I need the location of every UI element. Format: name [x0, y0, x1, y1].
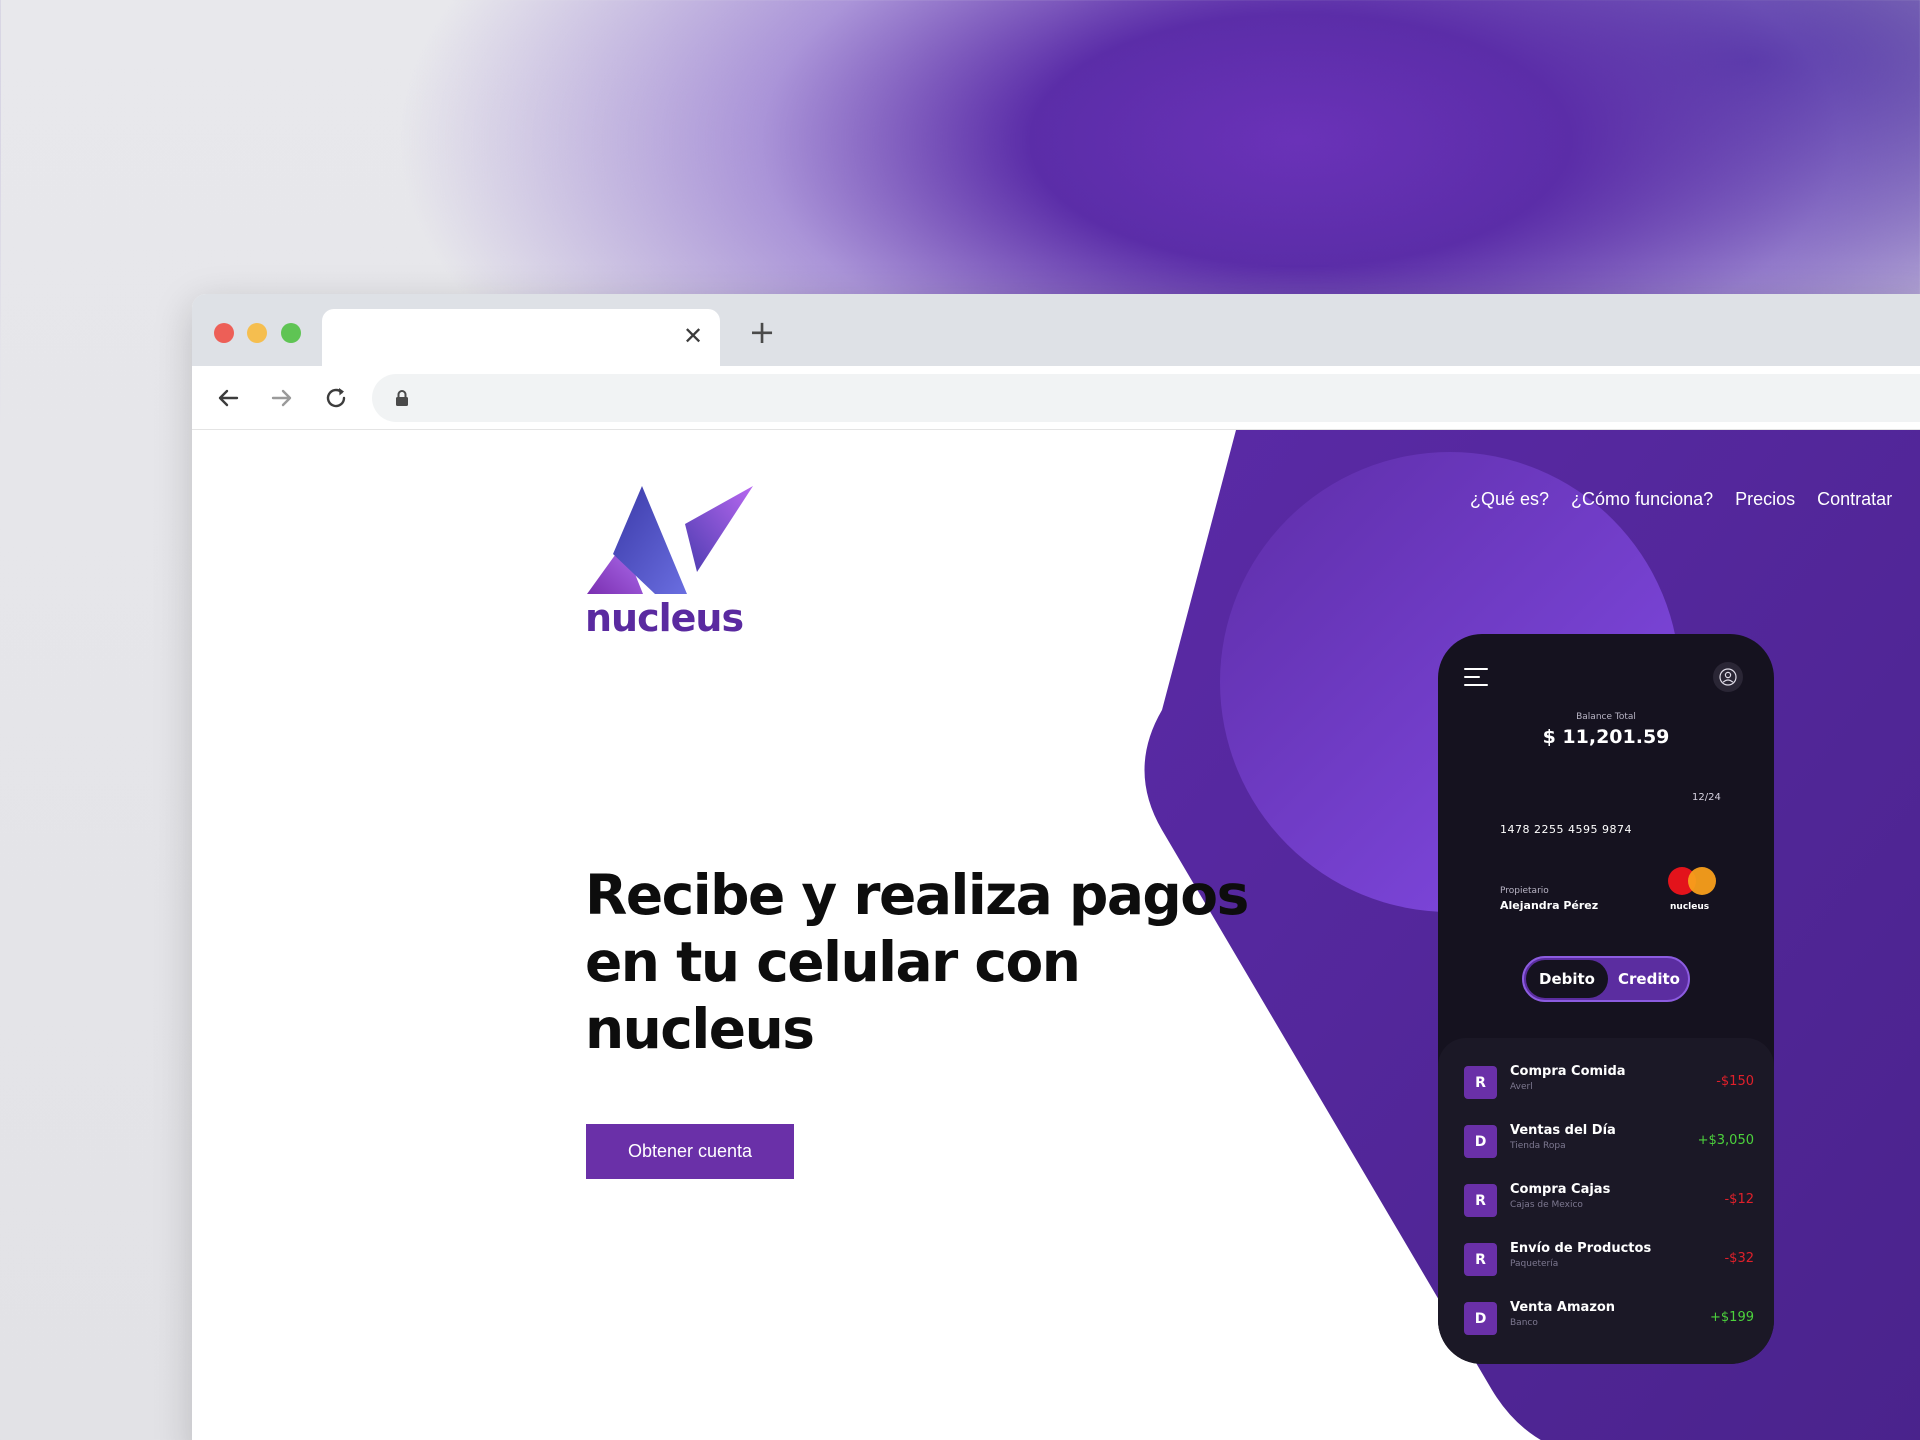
new-tab-button[interactable]: +	[744, 314, 780, 350]
transaction-row: R Compra Cajas Cajas de Mexico -$12	[1464, 1180, 1754, 1220]
transaction-badge: R	[1464, 1066, 1497, 1099]
transaction-title: Envío de Productos	[1510, 1241, 1652, 1256]
transaction-title: Venta Amazon	[1510, 1300, 1616, 1315]
nav-link-como-funciona[interactable]: ¿Cómo funciona?	[1571, 489, 1713, 510]
hamburger-menu-icon	[1464, 668, 1488, 688]
transaction-row: D Venta Amazon Banco +$199	[1464, 1298, 1754, 1338]
transaction-badge: R	[1464, 1184, 1497, 1217]
transaction-subtitle: Averl	[1510, 1082, 1533, 1092]
transaction-badge: R	[1464, 1243, 1497, 1276]
transaction-subtitle: Tienda Ropa	[1510, 1141, 1566, 1151]
toggle-debito[interactable]: Debito	[1526, 960, 1608, 998]
transaction-amount: +$3,050	[1697, 1133, 1754, 1148]
phone-mockup: Balance Total $ 11,201.59 12/24 1478 225…	[1438, 634, 1774, 1364]
card-brand: nucleus	[1670, 902, 1710, 912]
hero-title-line: nucleus	[585, 997, 815, 1061]
get-account-button[interactable]: Obtener cuenta	[586, 1124, 794, 1179]
nav-link-que-es[interactable]: ¿Qué es?	[1470, 489, 1549, 510]
hero-title-line: Recibe y realiza pagos	[585, 863, 1249, 927]
logo-wordmark[interactable]: nucleus	[585, 596, 744, 640]
minimize-window-button[interactable]	[247, 323, 267, 343]
close-window-button[interactable]	[214, 323, 234, 343]
transaction-title: Compra Comida	[1510, 1064, 1626, 1079]
mastercard-logo-icon	[1668, 867, 1718, 897]
toggle-credito[interactable]: Credito	[1610, 960, 1688, 998]
nav-link-contratar[interactable]: Contratar	[1817, 489, 1892, 510]
reload-icon[interactable]	[320, 382, 352, 414]
top-navigation: ¿Qué es? ¿Cómo funciona? Precios Contrat…	[1470, 489, 1892, 510]
transaction-row: R Compra Comida Averl -$150	[1464, 1062, 1754, 1102]
hero-title-line: en tu celular con	[585, 930, 1081, 994]
browser-titlebar: ✕ +	[192, 294, 1920, 366]
lock-icon	[396, 390, 408, 406]
tab-close-icon[interactable]: ✕	[680, 323, 706, 349]
hero-title: Recibe y realiza pagos en tu celular con…	[585, 862, 1285, 1063]
transaction-badge: D	[1464, 1302, 1497, 1335]
transaction-amount: -$150	[1716, 1074, 1754, 1089]
transaction-badge: D	[1464, 1125, 1497, 1158]
nav-link-precios[interactable]: Precios	[1735, 489, 1795, 510]
transaction-row: R Envío de Productos Paquetería -$32	[1464, 1239, 1754, 1279]
transaction-amount: -$12	[1724, 1192, 1754, 1207]
address-bar[interactable]	[372, 374, 1920, 422]
transaction-title: Ventas del Día	[1510, 1123, 1616, 1138]
web-page: nucleus ¿Qué es? ¿Cómo funciona? Precios…	[192, 430, 1920, 1440]
transaction-subtitle: Banco	[1510, 1318, 1538, 1328]
debit-credit-toggle[interactable]: Debito Credito	[1522, 956, 1690, 1002]
transaction-title: Compra Cajas	[1510, 1182, 1611, 1197]
balance-label: Balance Total	[1576, 712, 1636, 722]
card-owner-label: Propietario	[1500, 886, 1549, 896]
card-number: 1478 2255 4595 9874	[1500, 823, 1632, 836]
transactions-panel: R Compra Comida Averl -$150 D Ventas del…	[1438, 1038, 1774, 1364]
maximize-window-button[interactable]	[281, 323, 301, 343]
user-profile-icon	[1713, 662, 1743, 692]
back-arrow-icon[interactable]	[212, 382, 244, 414]
transaction-amount: -$32	[1724, 1251, 1754, 1266]
browser-window: ✕ + nucleus ¿Qué es? ¿Cómo funciona? Pre…	[192, 294, 1920, 1440]
browser-tab[interactable]: ✕	[322, 309, 720, 366]
card-expiry: 12/24	[1692, 792, 1721, 803]
browser-toolbar	[192, 366, 1920, 430]
transaction-amount: +$199	[1710, 1310, 1754, 1325]
forward-arrow-icon[interactable]	[266, 382, 298, 414]
transaction-row: D Ventas del Día Tienda Ropa +$3,050	[1464, 1121, 1754, 1161]
transaction-subtitle: Paquetería	[1510, 1259, 1559, 1269]
card-owner-name: Alejandra Pérez	[1500, 899, 1599, 912]
transaction-subtitle: Cajas de Mexico	[1510, 1200, 1583, 1210]
balance-amount: $ 11,201.59	[1542, 726, 1670, 748]
